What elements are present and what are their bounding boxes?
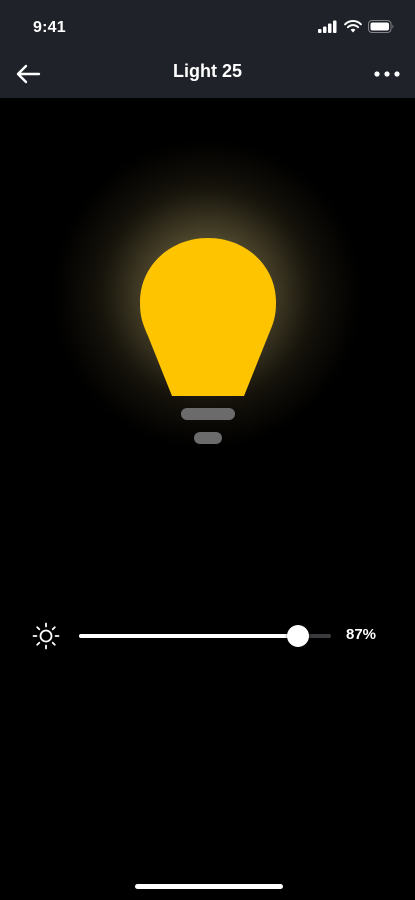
page-title: Light 25: [172, 61, 242, 81]
cellular-signal-icon: [318, 20, 337, 33]
wifi-icon: [344, 20, 362, 33]
battery-icon: [368, 20, 394, 33]
more-options-button[interactable]: [371, 58, 403, 90]
brightness-slider[interactable]: [79, 625, 331, 647]
brightness-value: 87%: [346, 626, 377, 643]
sun-icon: [32, 622, 60, 650]
more-icon: [374, 71, 400, 77]
header-bar: 9:41 Light 25: [0, 0, 415, 98]
light-bulb-icon: [140, 238, 276, 444]
home-indicator[interactable]: [135, 884, 283, 889]
light-bulb-toggle[interactable]: [138, 236, 278, 451]
status-icons: [318, 20, 395, 33]
brightness-slider-fill: [79, 634, 299, 638]
brightness-slider-thumb[interactable]: [287, 625, 310, 647]
light-detail-screen: 9:41 Light 25 87%: [0, 0, 415, 900]
status-time: 9:41: [33, 19, 66, 36]
